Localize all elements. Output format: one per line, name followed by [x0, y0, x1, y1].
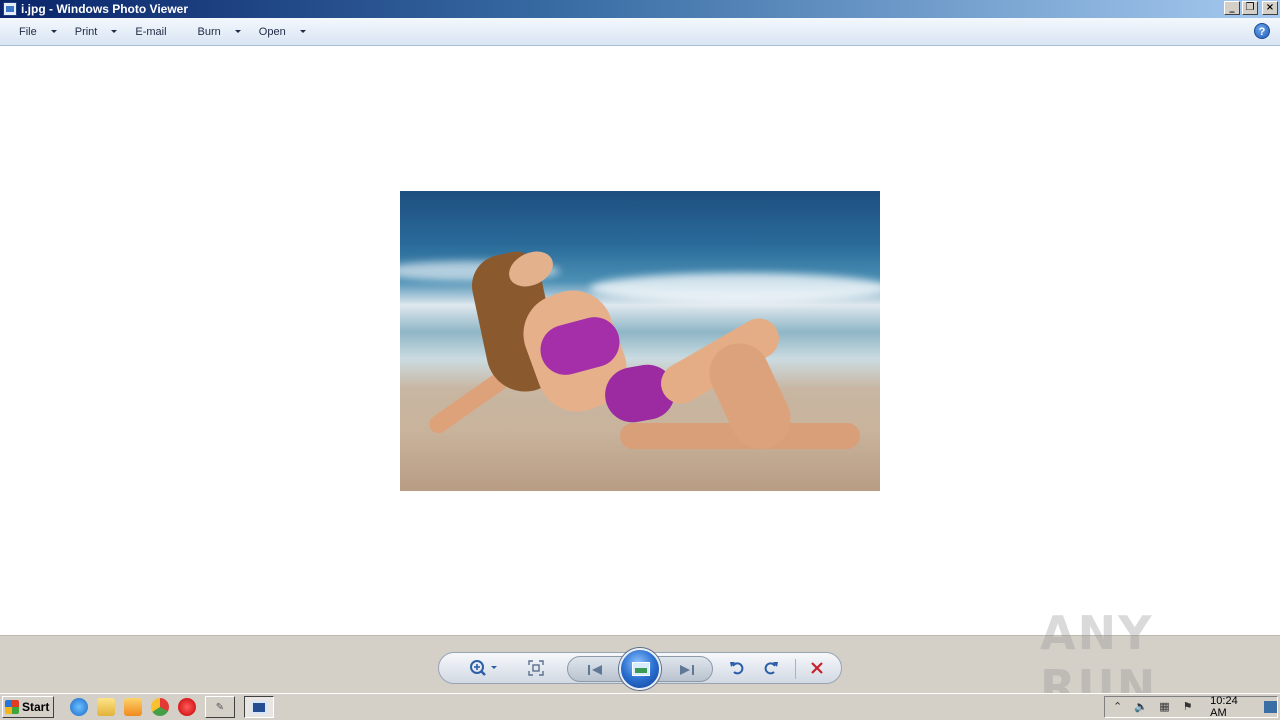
- rotate-clockwise-button[interactable]: [761, 657, 781, 679]
- next-button[interactable]: [674, 659, 700, 681]
- quick-launch: ✎: [70, 696, 274, 718]
- menu-burn[interactable]: Burn: [189, 21, 250, 43]
- menu-file-label: File: [19, 25, 37, 38]
- internet-explorer-icon[interactable]: [70, 698, 88, 716]
- menu-open[interactable]: Open: [250, 21, 315, 43]
- taskbar: Start ✎ ⌃ 🔈 ▦ ⚑ 10:24 AM: [0, 693, 1280, 720]
- show-hidden-icons-icon[interactable]: ⌃: [1111, 700, 1124, 714]
- chevron-down-icon: [50, 30, 57, 33]
- menu-burn-label: Burn: [197, 25, 221, 38]
- window-controls: _ ❐ ×: [1224, 1, 1278, 15]
- application-icon: ✎: [215, 701, 225, 713]
- menu-email-label: E-mail: [135, 25, 167, 38]
- chevron-down-icon: [234, 30, 241, 33]
- menu-bar: File Print E-mail Burn Open ?: [0, 18, 1280, 46]
- title-bar: i.jpg - Windows Photo Viewer _ ❐ ×: [0, 0, 1280, 18]
- rotate-counterclockwise-icon: [730, 662, 744, 675]
- action-center-flag-icon[interactable]: ⚑: [1181, 700, 1194, 714]
- media-player-icon[interactable]: [124, 698, 142, 716]
- show-desktop-icon[interactable]: [1263, 701, 1277, 713]
- network-icon[interactable]: ▦: [1158, 700, 1171, 714]
- start-label: Start: [22, 700, 50, 714]
- previous-button[interactable]: [582, 659, 608, 681]
- help-icon[interactable]: ?: [1254, 23, 1270, 39]
- start-button[interactable]: Start: [2, 696, 54, 718]
- taskbar-item-app[interactable]: ✎: [205, 696, 235, 718]
- chrome-icon[interactable]: [151, 698, 169, 716]
- window-title: i.jpg - Windows Photo Viewer: [21, 2, 189, 16]
- zoom-icon: [470, 660, 497, 676]
- photo-viewer-taskbar-icon: [251, 700, 267, 714]
- menu-email[interactable]: E-mail: [126, 21, 188, 43]
- minimize-button[interactable]: _: [1224, 1, 1240, 15]
- toolbar-separator: [795, 659, 796, 679]
- delete-button[interactable]: [807, 657, 827, 679]
- chevron-down-icon: [299, 30, 306, 33]
- image-viewer-area: [0, 47, 1280, 635]
- menu-print[interactable]: Print: [66, 21, 127, 43]
- next-icon: [680, 665, 694, 675]
- menu-open-label: Open: [258, 25, 286, 38]
- opera-icon[interactable]: [178, 698, 196, 716]
- slideshow-icon: [632, 662, 650, 676]
- actual-size-button[interactable]: [525, 657, 547, 679]
- slideshow-button[interactable]: [619, 648, 661, 690]
- photo-viewer-icon: [3, 2, 17, 16]
- toolbar-controls: [438, 648, 842, 690]
- menu-print-label: Print: [74, 25, 98, 38]
- displayed-photo: [400, 191, 880, 491]
- volume-icon[interactable]: 🔈: [1134, 700, 1148, 714]
- close-button[interactable]: ×: [1262, 1, 1278, 15]
- restore-button[interactable]: ❐: [1242, 1, 1258, 15]
- rotate-clockwise-icon: [764, 662, 778, 675]
- rotate-counterclockwise-button[interactable]: [727, 657, 747, 679]
- windows-logo-icon: [5, 700, 19, 714]
- chevron-down-icon: [111, 30, 118, 33]
- menu-file[interactable]: File: [10, 21, 66, 43]
- fit-icon: [528, 660, 544, 676]
- system-tray: ⌃ 🔈 ▦ ⚑ 10:24 AM: [1104, 695, 1278, 719]
- zoom-button[interactable]: [467, 657, 501, 679]
- previous-icon: [588, 665, 602, 675]
- taskbar-item-photo-viewer[interactable]: [244, 696, 274, 718]
- delete-icon: [811, 662, 823, 674]
- folder-icon[interactable]: [97, 698, 115, 716]
- clock[interactable]: 10:24 AM: [1210, 695, 1254, 719]
